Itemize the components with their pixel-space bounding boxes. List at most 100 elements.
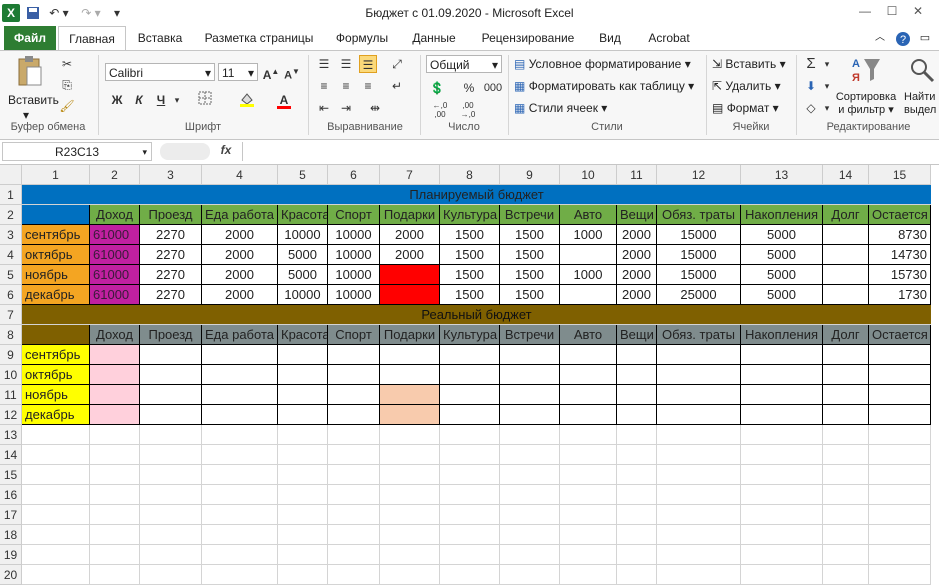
column-header[interactable]: 6 — [328, 165, 380, 185]
plan-value[interactable] — [560, 285, 617, 305]
column-header[interactable]: 10 — [560, 165, 617, 185]
real-header[interactable]: Спорт — [328, 325, 380, 345]
real-value[interactable] — [380, 345, 440, 365]
plan-value[interactable]: 2000 — [617, 225, 657, 245]
grid-cell[interactable] — [823, 525, 869, 545]
plan-header[interactable]: Авто — [560, 205, 617, 225]
real-value[interactable] — [500, 345, 560, 365]
copy-icon[interactable]: ⎘ — [58, 76, 76, 94]
plan-header[interactable]: Встречи — [500, 205, 560, 225]
plan-value[interactable]: 14730 — [869, 245, 931, 265]
grid-cell[interactable] — [202, 445, 278, 465]
plan-value[interactable] — [823, 225, 869, 245]
grid-cell[interactable] — [278, 425, 328, 445]
grid-cell[interactable] — [22, 425, 90, 445]
month-label[interactable]: октябрь — [22, 245, 90, 265]
real-header[interactable]: Авто — [560, 325, 617, 345]
grid-cell[interactable] — [500, 505, 560, 525]
window-restore-icon[interactable]: ▭ — [915, 26, 935, 50]
find-select-label[interactable]: Найти выдел — [904, 91, 939, 117]
grid-cell[interactable] — [823, 545, 869, 565]
grid-cell[interactable] — [22, 445, 90, 465]
plan-header[interactable]: Вещи — [617, 205, 657, 225]
grid-cell[interactable] — [440, 485, 500, 505]
grid-cell[interactable] — [869, 485, 931, 505]
grid-cell[interactable] — [617, 445, 657, 465]
grid-cell[interactable] — [500, 565, 560, 585]
plan-value[interactable]: 10000 — [328, 265, 380, 285]
grid-cell[interactable] — [560, 505, 617, 525]
grid-cell[interactable] — [440, 465, 500, 485]
plan-value[interactable]: 2000 — [202, 265, 278, 285]
column-header[interactable]: 9 — [500, 165, 560, 185]
plan-value[interactable]: 10000 — [328, 225, 380, 245]
real-value[interactable] — [440, 385, 500, 405]
real-value[interactable] — [560, 345, 617, 365]
grid-cell[interactable] — [380, 485, 440, 505]
borders-icon[interactable] — [196, 91, 214, 109]
currency-icon[interactable]: 💲 — [428, 79, 446, 97]
plan-value[interactable]: 10000 — [278, 225, 328, 245]
tab-page-layout[interactable]: Разметка страницы — [200, 26, 318, 50]
grid-cell[interactable] — [741, 445, 823, 465]
cell-styles-button[interactable]: ▦ Стили ячеек ▾ — [514, 101, 607, 115]
plan-value[interactable]: 1000 — [560, 265, 617, 285]
real-value[interactable] — [500, 385, 560, 405]
plan-header[interactable]: Проезд — [140, 205, 202, 225]
real-value[interactable] — [657, 405, 741, 425]
real-header[interactable]: Красота — [278, 325, 328, 345]
grid-cell[interactable] — [869, 505, 931, 525]
tab-formulas[interactable]: Формулы — [328, 26, 396, 50]
real-header[interactable]: Вещи — [617, 325, 657, 345]
column-header[interactable]: 14 — [823, 165, 869, 185]
plan-header[interactable]: Остается — [869, 205, 931, 225]
grid-cell[interactable] — [380, 525, 440, 545]
grid-cell[interactable] — [560, 485, 617, 505]
plan-header[interactable]: Еда работа — [202, 205, 278, 225]
column-header[interactable]: 7 — [380, 165, 440, 185]
grid-cell[interactable] — [328, 525, 380, 545]
grid-cell[interactable] — [869, 525, 931, 545]
plan-value[interactable]: 2000 — [380, 225, 440, 245]
month-label[interactable]: сентябрь — [22, 225, 90, 245]
column-header[interactable]: 15 — [869, 165, 931, 185]
align-right-icon[interactable]: ≡ — [359, 77, 377, 95]
grid-cell[interactable] — [869, 445, 931, 465]
row-header[interactable]: 6 — [0, 285, 22, 305]
grid-cell[interactable] — [328, 425, 380, 445]
plan-value[interactable]: 2000 — [617, 265, 657, 285]
grid-cell[interactable] — [328, 565, 380, 585]
real-header[interactable]: Проезд — [140, 325, 202, 345]
grid-cell[interactable] — [560, 545, 617, 565]
real-value[interactable] — [741, 345, 823, 365]
real-value[interactable] — [278, 405, 328, 425]
plan-value[interactable] — [823, 285, 869, 305]
plan-value[interactable]: 2000 — [202, 225, 278, 245]
grid-cell[interactable] — [380, 565, 440, 585]
help-icon[interactable]: ? — [893, 26, 913, 50]
column-header[interactable]: 1 — [22, 165, 90, 185]
format-cells-button[interactable]: ▤ Формат ▾ — [712, 101, 779, 115]
grid-cell[interactable] — [440, 545, 500, 565]
row-header[interactable]: 17 — [0, 505, 22, 525]
grid-cell[interactable] — [741, 485, 823, 505]
column-header[interactable]: 4 — [202, 165, 278, 185]
font-size-combo[interactable]: 11 ▾ — [218, 63, 258, 81]
row-header[interactable]: 15 — [0, 465, 22, 485]
grid-cell[interactable] — [22, 465, 90, 485]
grid-cell[interactable] — [202, 425, 278, 445]
month-label[interactable]: октябрь — [22, 365, 90, 385]
plan-header[interactable]: Долг — [823, 205, 869, 225]
plan-value[interactable]: 5000 — [741, 245, 823, 265]
real-title[interactable]: Реальный бюджет — [22, 305, 931, 325]
real-value[interactable] — [869, 405, 931, 425]
row-header[interactable]: 19 — [0, 545, 22, 565]
plan-value[interactable]: 10000 — [278, 285, 328, 305]
plan-title[interactable]: Планируемый бюджет — [22, 185, 931, 205]
grid-cell[interactable] — [380, 505, 440, 525]
grid-cell[interactable] — [657, 525, 741, 545]
grid-cell[interactable] — [741, 425, 823, 445]
grid-cell[interactable] — [278, 505, 328, 525]
grid-cell[interactable] — [90, 565, 140, 585]
real-value[interactable] — [560, 405, 617, 425]
